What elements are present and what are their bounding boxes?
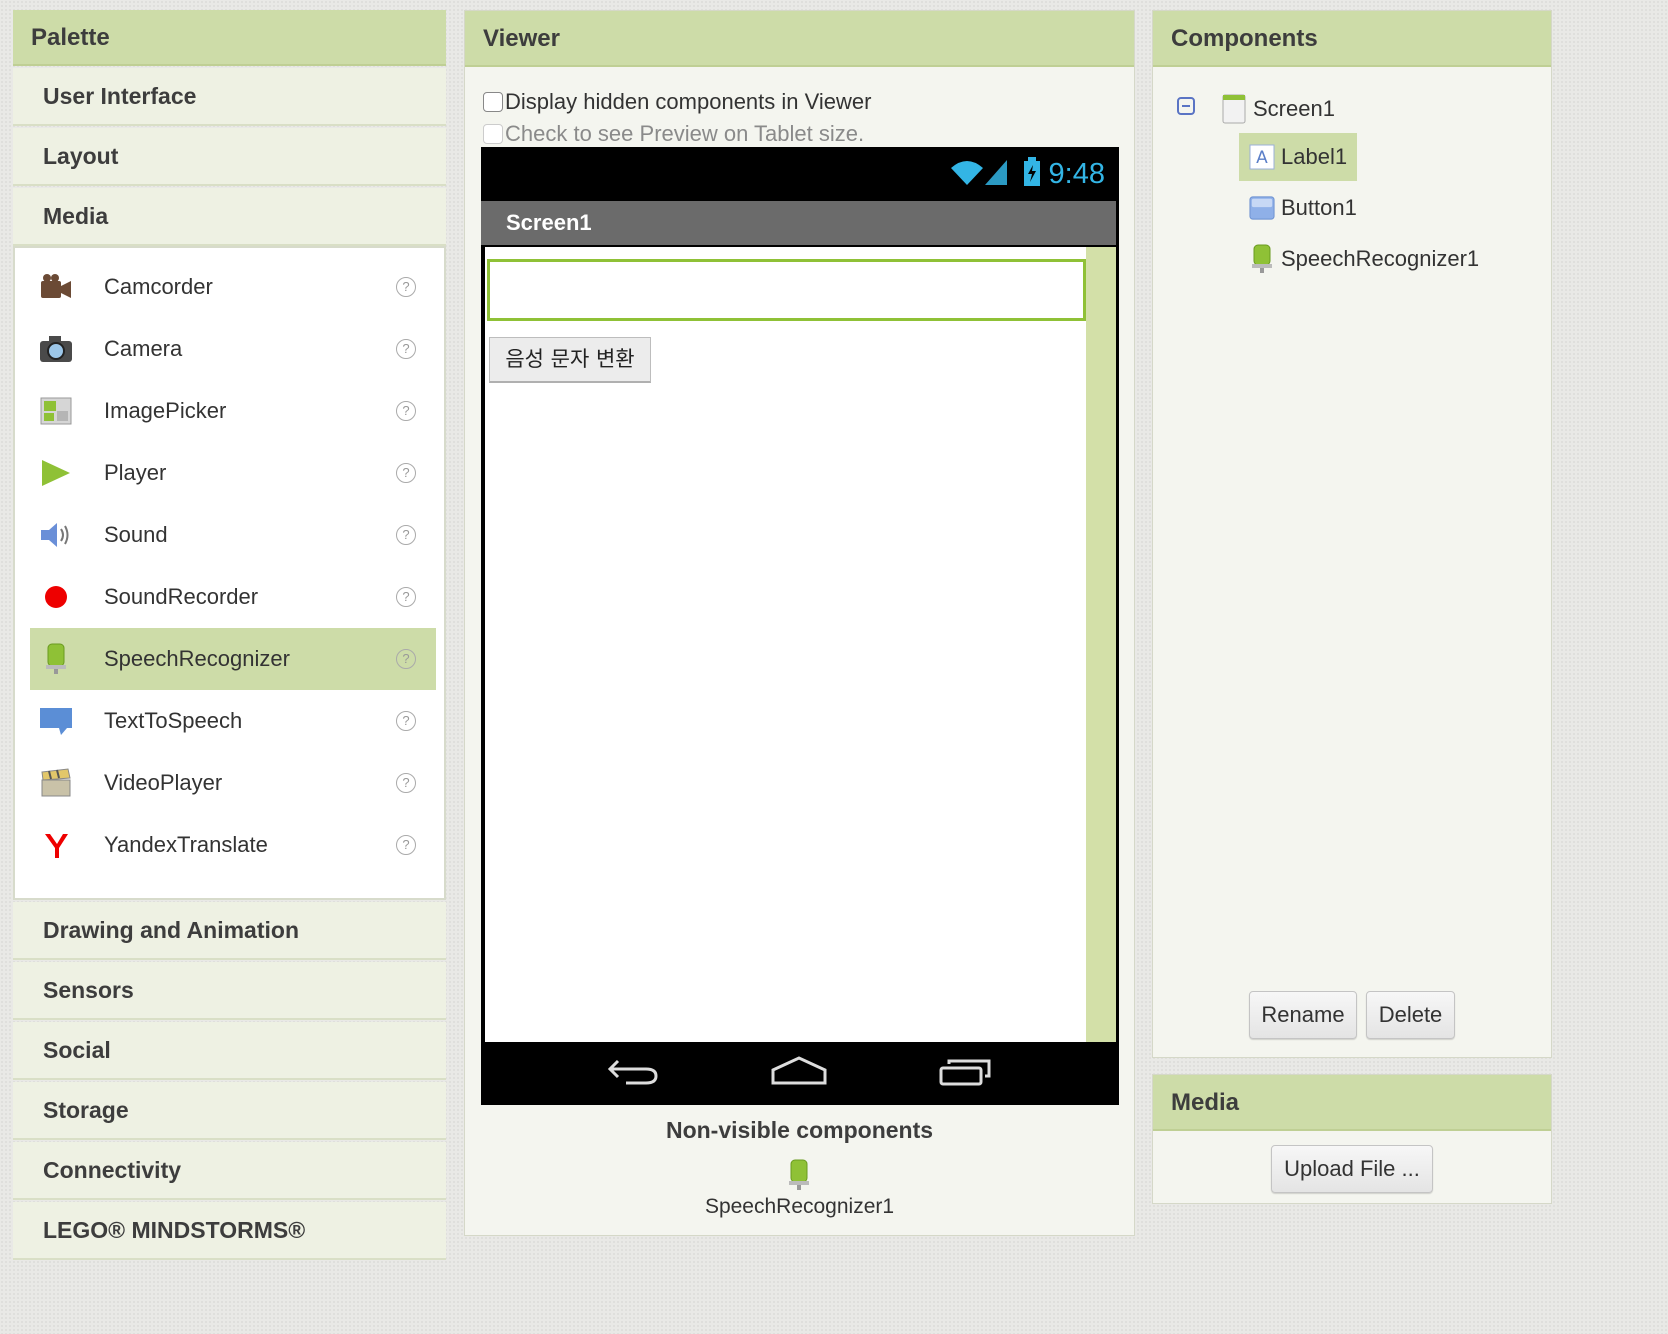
display-hidden-label: Display hidden components in Viewer xyxy=(505,89,872,114)
display-hidden-checkbox[interactable] xyxy=(483,92,503,112)
category-drawing-and-animation[interactable]: Drawing and Animation xyxy=(13,902,446,960)
soundrecorder-icon xyxy=(38,579,74,615)
wifi-icon xyxy=(949,158,985,191)
category-user-interface[interactable]: User Interface xyxy=(13,68,446,126)
palette-item-label: Camcorder xyxy=(104,274,213,299)
recent-apps-icon[interactable] xyxy=(938,1054,994,1093)
components-panel: Components Screen1 A Label1 Button1 Spee… xyxy=(1152,10,1552,1058)
imagepicker-icon xyxy=(38,393,74,429)
tablet-preview-option[interactable]: Check to see Preview on Tablet size. xyxy=(483,121,864,147)
palette-item-label: SoundRecorder xyxy=(104,584,259,609)
category-layout[interactable]: Layout xyxy=(13,128,446,186)
collapse-toggle-icon[interactable] xyxy=(1177,97,1195,115)
category-social[interactable]: Social xyxy=(13,1022,446,1080)
palette-item-sound[interactable]: Sound ? xyxy=(30,504,436,566)
help-icon[interactable]: ? xyxy=(396,401,416,421)
components-header: Components xyxy=(1153,11,1551,67)
speechrecognizer-icon xyxy=(1249,244,1275,274)
nonvisible-component-name[interactable]: SpeechRecognizer1 xyxy=(465,1195,1134,1219)
speechrecognizer-icon xyxy=(38,641,74,677)
player-icon xyxy=(38,455,74,491)
help-icon[interactable]: ? xyxy=(396,587,416,607)
help-icon[interactable]: ? xyxy=(396,277,416,297)
tree-node-speechrecognizer1[interactable]: SpeechRecognizer1 xyxy=(1249,235,1489,283)
palette-item-label: VideoPlayer xyxy=(104,770,223,795)
palette-item-texttospeech[interactable]: TextToSpeech ? xyxy=(30,690,436,752)
signal-icon xyxy=(984,158,1009,191)
help-icon[interactable]: ? xyxy=(396,773,416,793)
category-media[interactable]: Media xyxy=(13,188,446,246)
help-icon[interactable]: ? xyxy=(396,711,416,731)
battery-icon xyxy=(1023,156,1041,192)
back-icon[interactable] xyxy=(606,1054,660,1093)
status-time: 9:48 xyxy=(1048,157,1105,190)
upload-file-button[interactable]: Upload File ... xyxy=(1271,1145,1433,1193)
android-nav-bar xyxy=(481,1042,1119,1105)
palette-item-soundrecorder[interactable]: SoundRecorder ? xyxy=(30,566,436,628)
label1-preview[interactable] xyxy=(487,259,1086,321)
button1-preview[interactable]: 음성 문자 변환 xyxy=(489,337,651,383)
help-icon[interactable]: ? xyxy=(396,525,416,545)
videoplayer-icon xyxy=(38,765,74,801)
palette-item-speechrecognizer[interactable]: SpeechRecognizer ? xyxy=(30,628,436,690)
phone-mockup: 9:48 Screen1 음성 문자 변환 xyxy=(481,147,1119,1105)
tree-node-label1[interactable]: A Label1 xyxy=(1239,133,1358,181)
delete-button[interactable]: Delete xyxy=(1366,991,1455,1039)
category-sensors[interactable]: Sensors xyxy=(13,962,446,1020)
tree-node-label: Button1 xyxy=(1281,195,1357,220)
palette-header: Palette xyxy=(13,10,446,66)
category-storage[interactable]: Storage xyxy=(13,1082,446,1140)
palette-panel: Palette User Interface Layout Media Camc… xyxy=(13,10,446,1270)
sound-icon xyxy=(38,517,74,553)
screen-icon xyxy=(1221,94,1247,124)
tree-node-label: Label1 xyxy=(1281,144,1348,169)
category-connectivity[interactable]: Connectivity xyxy=(13,1142,446,1200)
display-hidden-option[interactable]: Display hidden components in Viewer xyxy=(483,89,871,115)
tree-node-button1[interactable]: Button1 xyxy=(1249,184,1367,232)
palette-item-camcorder[interactable]: Camcorder ? xyxy=(30,256,436,318)
palette-item-label: YandexTranslate xyxy=(104,832,268,857)
media-panel: Media Upload File ... xyxy=(1152,1074,1552,1204)
palette-item-imagepicker[interactable]: ImagePicker ? xyxy=(30,380,436,442)
screen-title-bar: Screen1 xyxy=(481,201,1116,245)
nonvisible-components-title: Non-visible components xyxy=(665,1117,934,1143)
category-lego-mindstorms[interactable]: LEGO® MINDSTORMS® xyxy=(13,1202,446,1260)
palette-item-camera[interactable]: Camera ? xyxy=(30,318,436,380)
camera-icon xyxy=(38,331,74,367)
media-component-list: Camcorder ? Camera ? ImagePicker ? Playe… xyxy=(13,246,446,900)
help-icon[interactable]: ? xyxy=(396,339,416,359)
tree-node-label: Screen1 xyxy=(1253,96,1335,121)
tablet-preview-checkbox[interactable] xyxy=(483,124,503,144)
screen-scrollbar[interactable] xyxy=(1086,247,1116,1042)
speechrecognizer-icon[interactable] xyxy=(787,1159,811,1196)
tree-node-screen1[interactable]: Screen1 xyxy=(1221,85,1345,133)
palette-item-player[interactable]: Player ? xyxy=(30,442,436,504)
home-icon[interactable] xyxy=(770,1054,828,1093)
tablet-preview-label: Check to see Preview on Tablet size. xyxy=(505,121,865,146)
viewer-header: Viewer xyxy=(465,11,1134,67)
palette-item-label: Camera xyxy=(104,336,183,361)
palette-item-videoplayer[interactable]: VideoPlayer ? xyxy=(30,752,436,814)
help-icon[interactable]: ? xyxy=(396,835,416,855)
palette-item-label: SpeechRecognizer xyxy=(104,646,290,671)
palette-item-label: Sound xyxy=(104,522,168,547)
label-icon: A xyxy=(1249,142,1275,172)
viewer-panel: Viewer Display hidden components in View… xyxy=(464,10,1135,1236)
palette-item-yandextranslate[interactable]: YandexTranslate ? xyxy=(30,814,436,876)
help-icon[interactable]: ? xyxy=(396,463,416,483)
palette-item-label: Player xyxy=(104,460,167,485)
phone-screen: 음성 문자 변환 xyxy=(485,247,1116,1042)
yandextranslate-icon xyxy=(38,827,74,863)
rename-button[interactable]: Rename xyxy=(1249,991,1357,1039)
svg-text:A: A xyxy=(1256,148,1268,168)
help-icon[interactable]: ? xyxy=(396,649,416,669)
status-bar: 9:48 xyxy=(481,147,1119,201)
palette-item-label: TextToSpeech xyxy=(104,708,243,733)
palette-item-label: ImagePicker xyxy=(104,398,227,423)
media-header: Media xyxy=(1153,1075,1551,1131)
camcorder-icon xyxy=(38,269,74,305)
tree-node-label: SpeechRecognizer1 xyxy=(1281,246,1480,271)
button-icon xyxy=(1249,193,1275,223)
texttospeech-icon xyxy=(38,703,74,739)
